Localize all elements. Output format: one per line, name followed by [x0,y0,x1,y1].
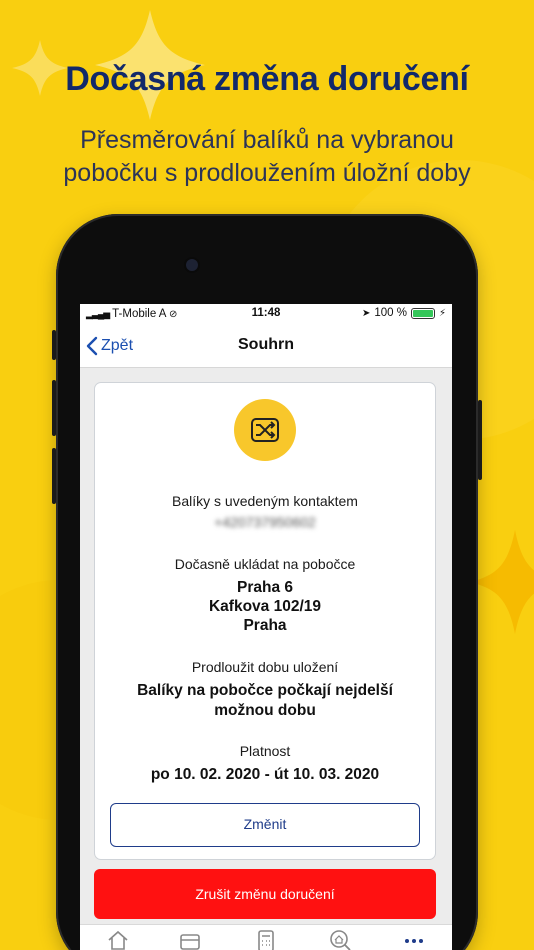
extend-value-cont: možnou dobu [214,702,316,719]
phone-volume-button [52,380,56,436]
contact-label: Balíky s uvedeným kontaktem [172,493,358,509]
battery-icon [410,307,435,319]
sparkle-decoration [470,530,534,634]
extend-value: Balíky na pobočce počkají nejdelší [137,682,393,699]
battery-percent: 100 % [374,307,407,319]
branch-street: Kafkova 102/19 [208,598,322,615]
location-arrow-icon: ➤ [361,307,371,319]
shuffle-icon [251,418,279,442]
contact-value: +420737950602 [214,514,316,530]
promo-subtitle: Přesměrování balíků na vybranou pobočku … [20,124,514,190]
validity-label: Platnost [239,743,291,759]
more-icon[interactable] [402,929,426,950]
summary-card: Balíky s uvedeným kontaktem +42073795060… [94,382,436,860]
change-button[interactable]: Změnit [110,803,420,847]
validity-value: po 10. 02. 2020 - út 10. 03. 2020 [150,766,380,783]
phone-side-button [52,330,56,360]
status-right: ➤ 100 % ⚡ [362,307,446,319]
shuffle-icon-badge [234,399,296,461]
branch-name: Praha 6 [236,579,293,596]
charging-icon: ⚡ [438,307,446,319]
status-bar: ▂▃▄▅ T-Mobile A ⊘ 11:48 ➤ 100 % ⚡ [80,304,452,324]
phone-power-button [478,400,482,480]
search-home-icon[interactable] [328,929,352,950]
promo-subtitle-line: Přesměrování balíků na vybranou [80,126,454,154]
home-icon[interactable] [106,929,130,950]
phone-screen: ▂▃▄▅ T-Mobile A ⊘ 11:48 ➤ 100 % ⚡ Zpět S… [80,304,452,950]
branch-city: Praha [243,617,287,634]
page-title: Souhrn [238,336,294,353]
navigation-bar: Zpět Souhrn [80,324,452,368]
phone-volume-button [52,448,56,504]
calculator-icon[interactable] [254,929,278,950]
extend-label: Prodloužit dobu uložení [191,659,339,675]
promo-subtitle-line: pobočku s prodloužením úložní doby [63,159,471,187]
box-icon[interactable] [178,929,202,950]
cancel-change-button[interactable]: Zrušit změnu doručení [94,869,436,919]
front-camera [186,259,198,271]
promo-title: Dočasná změna doručení [65,60,469,98]
tab-bar [80,924,452,950]
branch-label: Dočasně ukládat na pobočce [174,556,356,572]
